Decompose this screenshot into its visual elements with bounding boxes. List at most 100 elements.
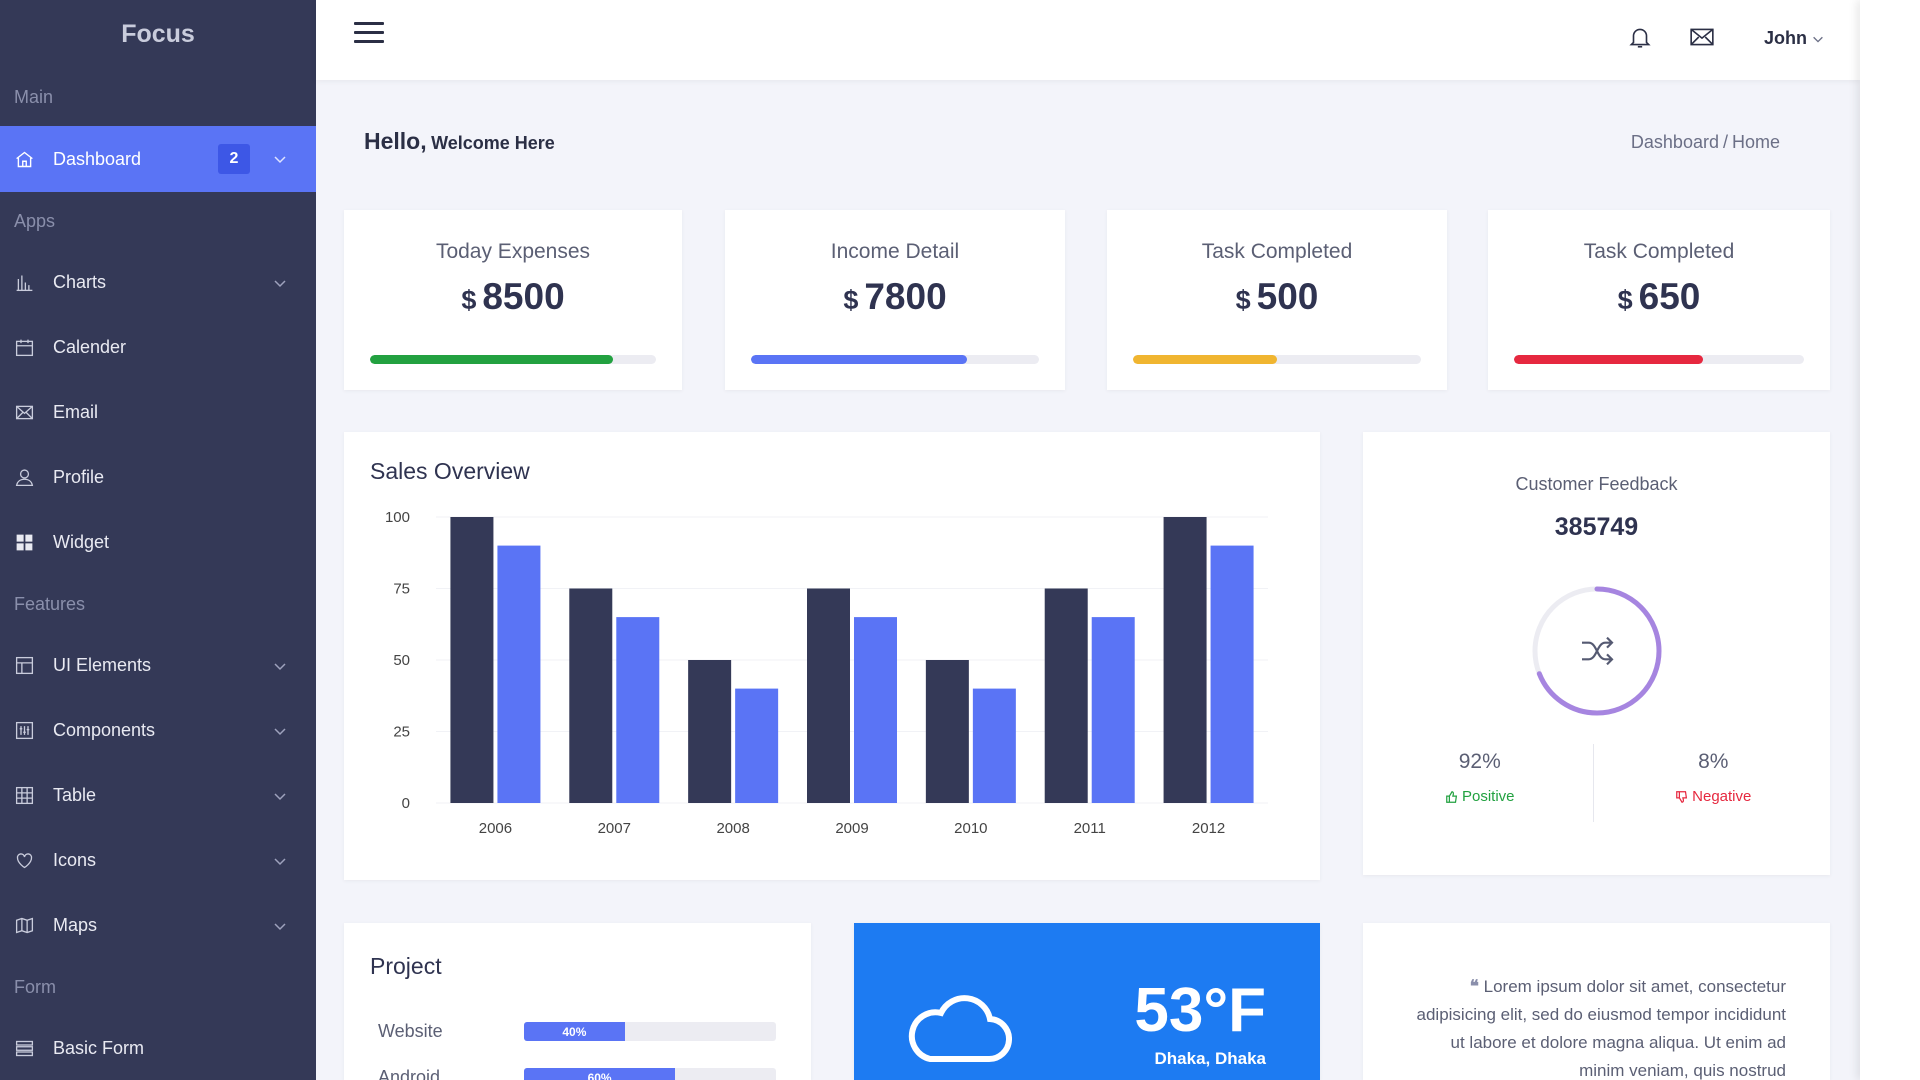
bar-2007-s1[interactable] [569, 588, 613, 804]
sidebar-item-widget[interactable]: Widget [0, 510, 316, 575]
sidebar-item-charts[interactable]: Charts [0, 250, 316, 315]
sales-overview-card: Sales Overview 0 25 50 75 100 2006 2007 2008 200… [344, 432, 1320, 880]
bar-2009-s1[interactable] [807, 588, 850, 804]
progress-bar [1133, 355, 1421, 364]
sidebar-item-profile[interactable]: Profile [0, 445, 316, 510]
map-icon [13, 915, 35, 937]
shuffle-icon [1582, 636, 1614, 666]
sidebar-item-email[interactable]: Email [0, 380, 316, 445]
stat-card-task-completed: Task Completed $500 [1107, 210, 1447, 390]
sidebar-item-ui-elements[interactable]: UI Elements [0, 633, 316, 698]
envelope-icon [13, 402, 35, 424]
x-tick-label: 2011 [1074, 820, 1106, 837]
stat-title: Income Detail [830, 240, 960, 263]
sidebar-item-dashboard[interactable]: Dashboard 2 [0, 126, 316, 192]
bar-2006-s2[interactable] [497, 545, 541, 803]
project-progress-fill: 60% [524, 1068, 676, 1080]
sidebar-item-label: Dashboard [53, 148, 142, 169]
form-icon [13, 1038, 35, 1060]
sidebar-item-label: Basic Form [53, 1038, 145, 1058]
sidebar-item-icons[interactable]: Icons [0, 828, 316, 893]
sidebar-item-label: Maps [53, 915, 98, 935]
sidebar-item-calender[interactable]: Calender [0, 315, 316, 380]
thumbs-up-icon [1446, 790, 1458, 803]
section-label-main: Main [14, 86, 54, 107]
sliders-icon [13, 720, 35, 742]
sidebar-item-basic-form[interactable]: Basic Form [0, 1016, 316, 1080]
x-tick-label: 2008 [716, 820, 749, 837]
stat-title: Task Completed [1583, 240, 1735, 263]
bar-2010-s2[interactable] [972, 688, 1016, 803]
breadcrumb: Dashboard / Home [1630, 132, 1780, 152]
notification-badge: 2 [218, 144, 250, 174]
sidebar-item-table[interactable]: Table [0, 763, 316, 828]
project-label: Website [378, 1021, 443, 1041]
positive-column: 92% Positive [1363, 750, 1597, 805]
bar-2007-s2[interactable] [616, 617, 660, 803]
chevron-down-icon [274, 857, 286, 865]
stat-title: Task Completed [1201, 240, 1353, 263]
chevron-down-icon [274, 922, 286, 930]
stat-number: 500 [1256, 276, 1319, 317]
quote-card: ❝ Lorem ipsum dolor sit amet, consectetu… [1363, 923, 1830, 1080]
divider [1593, 744, 1594, 822]
project-title: Project [370, 953, 442, 979]
bar-2008-s2[interactable] [735, 688, 779, 803]
cloud-icon [908, 995, 1012, 1063]
bar-2006-s1[interactable] [450, 517, 494, 803]
sidebar-item-label: Components [53, 720, 156, 740]
x-tick-label: 2006 [479, 820, 512, 837]
stat-card-expenses: Today Expenses $8500 [344, 210, 682, 390]
weather-location: Dhaka, Dhaka [1154, 1049, 1267, 1068]
sidebar-item-label: Charts [53, 272, 107, 292]
welcome-text: Welcome Here [431, 133, 555, 153]
progress-fill [751, 355, 967, 364]
feedback-value: 385749 [1554, 513, 1639, 541]
chevron-down-icon [274, 662, 286, 670]
project-progress: 60% [524, 1068, 776, 1080]
brand-logo[interactable]: Focus [0, 0, 316, 68]
grid-icon [13, 532, 35, 554]
mail-icon[interactable] [1689, 24, 1715, 50]
x-tick-label: 2010 [954, 820, 987, 837]
project-card: Project Website 40% Android 60% [344, 923, 811, 1080]
bar-2010-s1[interactable] [925, 660, 969, 803]
breadcrumb-dashboard[interactable]: Dashboard [1631, 132, 1719, 152]
welcome-heading: Hello, Welcome Here [364, 128, 555, 155]
stat-number: 7800 [864, 276, 947, 317]
heart-icon [13, 850, 35, 872]
greeting: Hello, [364, 128, 427, 154]
user-menu[interactable]: John [1764, 28, 1825, 49]
thumbs-down-icon [1676, 790, 1688, 803]
weather-card: 53°F Dhaka, Dhaka [854, 923, 1320, 1080]
x-tick-label: 2012 [1192, 820, 1225, 837]
stat-value: $500 [1107, 276, 1447, 318]
x-tick-label: 2009 [835, 820, 868, 837]
sidebar-item-label: Widget [53, 532, 110, 552]
bar-2011-s2[interactable] [1091, 617, 1135, 803]
sidebar-item-components[interactable]: Components [0, 698, 316, 763]
progress-bar [1514, 355, 1804, 364]
bar-2012-s2[interactable] [1210, 545, 1254, 803]
breadcrumb-home[interactable]: Home [1732, 132, 1780, 152]
currency-symbol: $ [1235, 285, 1251, 315]
chevron-down-icon [1813, 36, 1823, 43]
bar-2008-s1[interactable] [688, 660, 732, 803]
sidebar-item-maps[interactable]: Maps [0, 893, 316, 958]
hamburger-menu-icon[interactable] [354, 22, 384, 48]
quote-icon: ❝ [1469, 977, 1484, 996]
section-label-form: Form [14, 976, 56, 997]
progress-fill [1133, 355, 1277, 364]
sidebar: Focus Main Dashboard 2 Apps Charts Calen… [0, 0, 316, 1080]
bell-icon[interactable] [1627, 24, 1653, 50]
bar-2011-s1[interactable] [1044, 588, 1088, 804]
positive-percent: 92% [1458, 750, 1501, 773]
temperature: 53°F [1134, 976, 1266, 1045]
currency-symbol: $ [1617, 285, 1633, 315]
bar-2009-s2[interactable] [854, 617, 897, 803]
chevron-down-icon [274, 727, 286, 735]
right-edge [1860, 0, 1920, 1080]
bar-2012-s1[interactable] [1163, 517, 1207, 803]
main-content: John Hello, Welcome Here Dashboard / Home … [316, 0, 1860, 1080]
section-label-apps: Apps [14, 210, 56, 231]
